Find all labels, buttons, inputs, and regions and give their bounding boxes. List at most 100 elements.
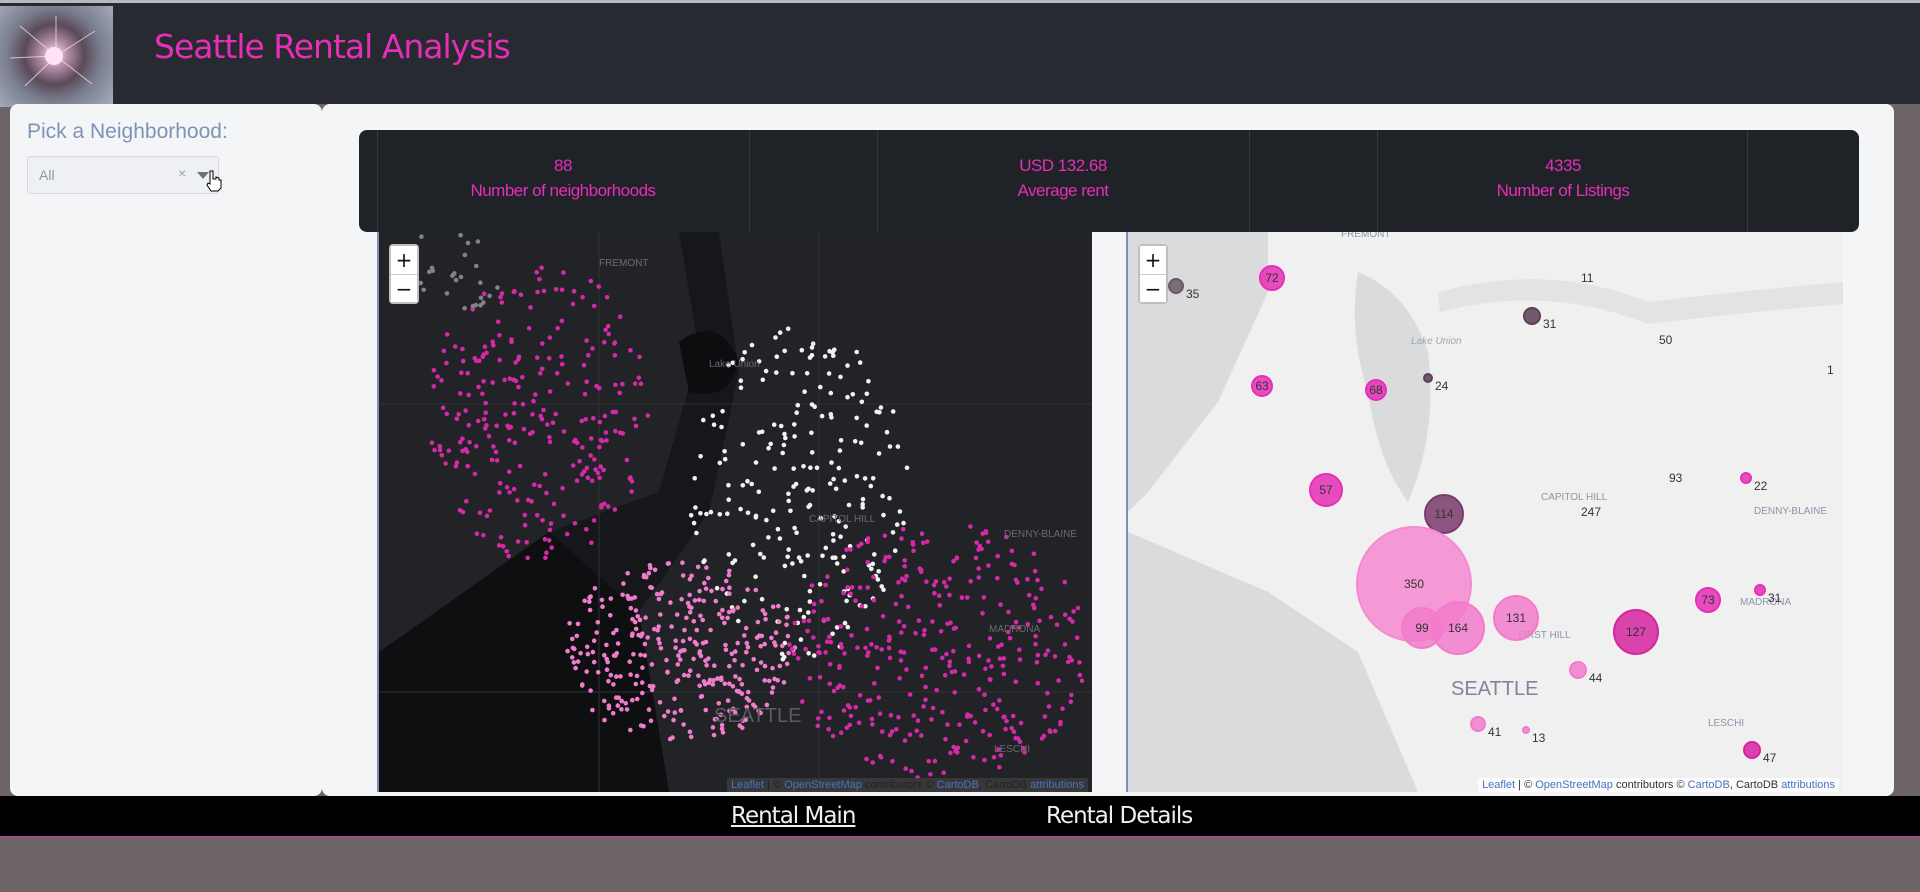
- leaflet-link[interactable]: Leaflet: [1482, 779, 1515, 791]
- zoom-in-button[interactable]: +: [391, 246, 417, 274]
- listing-point: [1001, 671, 1007, 677]
- cluster-marker[interactable]: [1522, 726, 1530, 734]
- listing-point: [968, 579, 973, 584]
- listing-point: [466, 392, 471, 398]
- listing-point: [860, 501, 865, 507]
- cluster-marker[interactable]: [1754, 584, 1766, 596]
- cartodb-link[interactable]: CartoDB: [1688, 779, 1730, 791]
- listing-point: [515, 498, 520, 503]
- listing-point: [580, 682, 585, 687]
- listing-point: [491, 444, 496, 449]
- listing-point: [1074, 635, 1080, 640]
- listing-point: [745, 644, 751, 650]
- listing-point: [580, 294, 585, 300]
- cartodb-link[interactable]: CartoDB: [937, 779, 979, 791]
- map-label: SEATTLE: [1451, 678, 1538, 700]
- cluster-marker[interactable]: [1740, 472, 1752, 484]
- listing-point: [624, 707, 630, 712]
- listing-point: [882, 533, 888, 539]
- zoom-in-button[interactable]: +: [1140, 246, 1166, 274]
- listing-point: [591, 638, 597, 644]
- listing-point: [961, 672, 967, 677]
- listing-point: [827, 662, 833, 667]
- listing-point: [870, 476, 876, 481]
- listing-point: [490, 339, 495, 344]
- listing-point: [930, 647, 935, 652]
- listing-point: [776, 619, 782, 625]
- listing-point: [511, 289, 517, 295]
- listing-point: [745, 478, 750, 484]
- listing-point: [506, 553, 511, 559]
- listing-point: [900, 526, 906, 532]
- listing-point: [657, 640, 662, 646]
- listing-point: [902, 558, 907, 563]
- listing-point: [786, 650, 791, 656]
- neighborhood-select[interactable]: All ×: [27, 156, 219, 194]
- listing-point: [595, 620, 601, 625]
- cluster-marker[interactable]: [1569, 661, 1587, 679]
- listing-point: [817, 675, 823, 680]
- osm-link[interactable]: OpenStreetMap: [1535, 779, 1613, 791]
- kpi-label: Average rent: [1017, 181, 1109, 200]
- listing-point: [856, 720, 862, 726]
- leaflet-link[interactable]: Leaflet: [731, 779, 764, 791]
- listing-point: [452, 344, 458, 349]
- listing-point: [629, 489, 634, 494]
- osm-link[interactable]: OpenStreetMap: [784, 779, 862, 791]
- listing-point: [841, 708, 847, 713]
- listing-point: [895, 444, 901, 449]
- listing-point: [707, 677, 713, 683]
- listing-point: [1011, 729, 1017, 735]
- listing-point: [983, 707, 988, 713]
- cluster-marker[interactable]: [1470, 716, 1486, 732]
- kpi-neighborhoods: 88 Number of neighborhoods: [413, 156, 713, 201]
- neighborhood-cluster-map[interactable]: FREMONT Lake Union CAPITOL HILL DENNY-BL…: [1126, 232, 1843, 792]
- listing-point: [862, 476, 868, 481]
- listings-map-dark[interactable]: FREMONT Lake Union CAPITOL HILL DENNY-BL…: [377, 232, 1092, 792]
- map-attribution: Leaflet | © OpenStreetMap contributors ©…: [1478, 778, 1839, 792]
- cluster-marker[interactable]: [1423, 373, 1433, 383]
- listing-point: [834, 561, 840, 566]
- listing-point: [599, 597, 605, 603]
- listing-point: [899, 630, 904, 635]
- listing-point: [869, 566, 874, 572]
- listing-point: [959, 595, 965, 600]
- zoom-out-button[interactable]: −: [1140, 274, 1166, 302]
- listing-point: [618, 674, 623, 679]
- listing-point: [841, 554, 846, 560]
- attributions-link[interactable]: attributions: [1781, 779, 1835, 791]
- listing-point: [881, 587, 886, 593]
- listing-point: [968, 524, 973, 529]
- listing-point: [802, 389, 807, 394]
- listing-point: [638, 381, 644, 387]
- listing-point: [948, 750, 953, 756]
- listing-point: [623, 701, 628, 706]
- listing-point: [726, 482, 731, 488]
- listing-point: [537, 483, 542, 489]
- listing-point: [475, 418, 481, 424]
- clear-icon[interactable]: ×: [178, 165, 186, 181]
- listing-point: [678, 708, 684, 713]
- cluster-marker[interactable]: [1523, 307, 1541, 325]
- listing-point: [621, 581, 626, 586]
- listing-point: [708, 509, 714, 515]
- listing-point: [827, 481, 833, 486]
- listing-point: [809, 430, 814, 436]
- listing-point: [577, 458, 582, 464]
- map-dark-canvas[interactable]: FREMONT Lake Union CAPITOL HILL DENNY-BL…: [379, 232, 1092, 792]
- listing-point: [652, 567, 658, 573]
- listing-point: [480, 391, 485, 397]
- listing-point: [845, 703, 851, 708]
- listing-point: [780, 656, 786, 662]
- cluster-marker[interactable]: [1743, 741, 1761, 759]
- zoom-out-button[interactable]: −: [391, 274, 417, 302]
- nav-rental-details[interactable]: Rental Details: [1046, 803, 1193, 829]
- attributions-link[interactable]: attributions: [1030, 779, 1084, 791]
- listing-point: [773, 630, 779, 635]
- nav-rental-main[interactable]: Rental Main: [731, 803, 856, 829]
- cluster-marker[interactable]: [1168, 278, 1184, 294]
- listing-point: [947, 576, 952, 581]
- map-light-canvas[interactable]: FREMONT Lake Union CAPITOL HILL DENNY-BL…: [1128, 232, 1843, 792]
- listing-point: [782, 348, 787, 354]
- listing-point: [782, 431, 787, 437]
